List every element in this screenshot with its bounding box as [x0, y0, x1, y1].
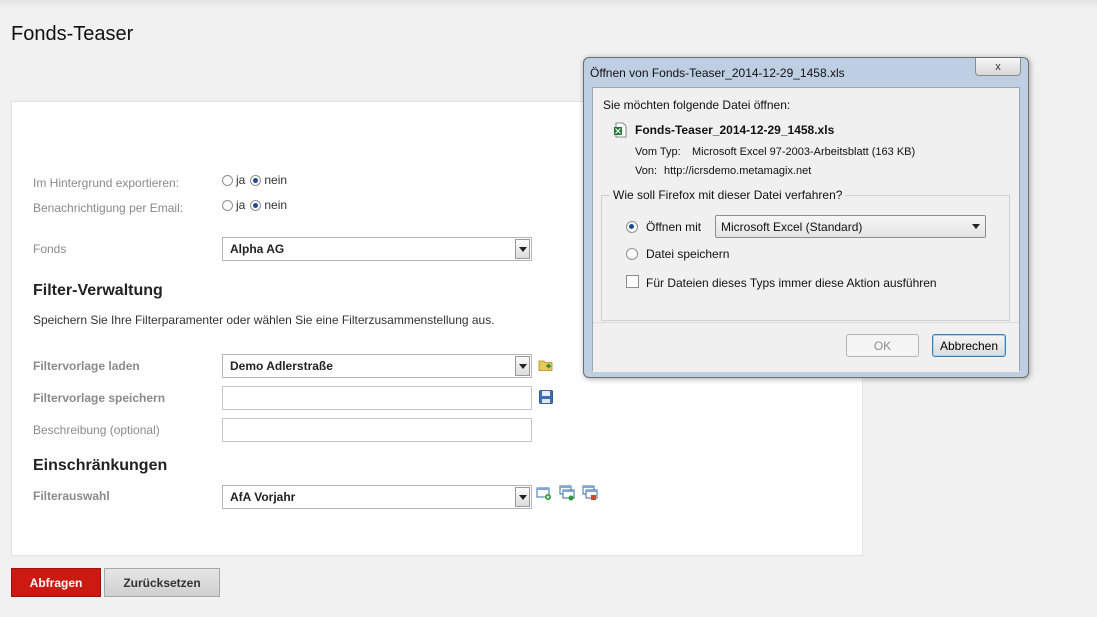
fonds-select[interactable]: Alpha AG: [222, 237, 532, 261]
close-button[interactable]: x: [975, 58, 1021, 76]
delete-filter-icon[interactable]: [582, 485, 598, 501]
export-bg-no-label[interactable]: nein: [264, 173, 287, 187]
save-file-radio[interactable]: [626, 248, 638, 260]
always-action-checkbox[interactable]: [626, 275, 639, 288]
file-source-value: http://icrsdemo.metamagix.net: [664, 165, 812, 177]
email-notify-no-label[interactable]: nein: [264, 198, 287, 212]
save-disk-icon[interactable]: [538, 389, 554, 405]
fonds-select-value: Alpha AG: [230, 242, 285, 256]
export-bg-yes-radio[interactable]: [222, 174, 233, 186]
filter-load-select[interactable]: Demo Adlerstraße: [222, 354, 532, 378]
filter-load-label: Filtervorlage laden: [33, 359, 140, 373]
open-with-label[interactable]: Öffnen mit: [646, 220, 701, 234]
excel-file-icon: [614, 122, 627, 138]
export-bg-radio-group: ja nein: [222, 173, 292, 187]
cancel-button[interactable]: Abbrechen: [932, 334, 1006, 357]
filter-select-value: AfA Vorjahr: [230, 490, 296, 504]
save-file-label[interactable]: Datei speichern: [646, 247, 729, 261]
email-notify-yes-radio[interactable]: [222, 199, 233, 211]
chevron-down-icon[interactable]: [515, 356, 530, 376]
copy-filter-icon[interactable]: [559, 485, 575, 501]
restrictions-title: Einschränkungen: [33, 457, 168, 474]
always-action-label[interactable]: Für Dateien dieses Typs immer diese Akti…: [646, 276, 937, 290]
file-type-label: Vom Typ:: [635, 146, 681, 158]
top-bar: [0, 0, 1097, 8]
chevron-down-icon[interactable]: [515, 239, 530, 259]
filter-select-label: Filterauswahl: [33, 489, 110, 503]
export-bg-label: Im Hintergrund exportieren:: [33, 176, 180, 190]
fonds-label: Fonds: [33, 242, 67, 256]
open-with-radio[interactable]: [626, 221, 638, 233]
filter-select[interactable]: AfA Vorjahr: [222, 485, 532, 509]
open-with-select-value: Microsoft Excel (Standard): [721, 219, 863, 234]
load-folder-icon[interactable]: [538, 357, 554, 373]
description-label: Beschreibung (optional): [33, 423, 160, 437]
page-title: Fonds-Teaser: [11, 23, 134, 45]
dialog-body: Sie möchten folgende Datei öffnen: Fonds…: [592, 87, 1020, 372]
filter-section-description: Speichern Sie Ihre Filterparamenter oder…: [33, 313, 495, 327]
file-name: Fonds-Teaser_2014-12-29_1458.xls: [635, 123, 835, 137]
filter-save-input[interactable]: [222, 386, 532, 410]
email-notify-radio-group: ja nein: [222, 198, 292, 212]
action-question: Wie soll Firefox mit dieser Datei verfah…: [610, 188, 846, 202]
file-source-label: Von:: [635, 165, 658, 177]
ok-button[interactable]: OK: [846, 334, 919, 357]
email-notify-yes-label[interactable]: ja: [236, 198, 245, 212]
dialog-title: Öffnen von Fonds-Teaser_2014-12-29_1458.…: [590, 66, 845, 80]
description-input[interactable]: [222, 418, 532, 442]
reset-button[interactable]: Zurücksetzen: [104, 568, 220, 597]
filter-save-label: Filtervorlage speichern: [33, 391, 166, 405]
export-bg-yes-label[interactable]: ja: [236, 173, 245, 187]
dialog-intro: Sie möchten folgende Datei öffnen:: [603, 98, 791, 112]
filter-load-select-value: Demo Adlerstraße: [230, 359, 333, 373]
open-with-select[interactable]: Microsoft Excel (Standard): [715, 215, 986, 238]
export-bg-no-radio[interactable]: [250, 174, 262, 186]
email-notify-no-radio[interactable]: [250, 199, 262, 211]
chevron-down-icon[interactable]: [515, 487, 530, 507]
file-type-value: Microsoft Excel 97-2003-Arbeitsblatt (16…: [692, 146, 916, 158]
download-dialog: Öffnen von Fonds-Teaser_2014-12-29_1458.…: [583, 57, 1029, 378]
email-notify-label: Benachrichtigung per Email:: [33, 201, 184, 215]
add-filter-icon[interactable]: [536, 485, 552, 501]
close-icon: x: [995, 60, 1001, 73]
query-button[interactable]: Abfragen: [11, 568, 101, 597]
filter-section-title: Filter-Verwaltung: [33, 282, 163, 299]
